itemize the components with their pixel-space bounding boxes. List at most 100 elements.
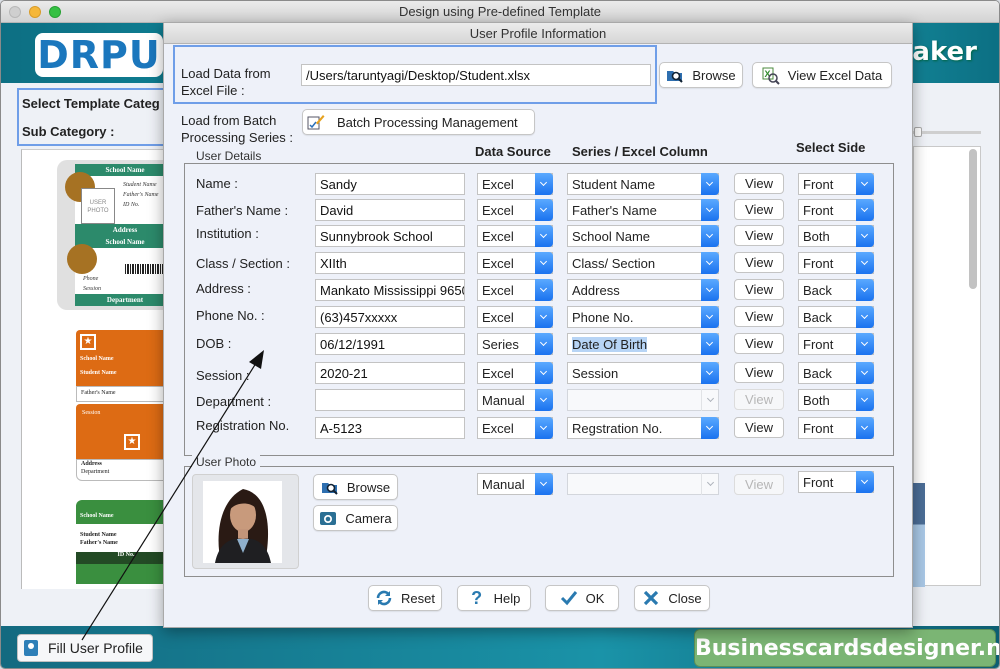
field-value-input[interactable]: Mankato Mississippi 9650 — [315, 279, 465, 301]
select-side-select[interactable]: Front — [798, 173, 874, 195]
view-button[interactable]: View — [734, 333, 784, 354]
excel-column-select[interactable]: Date Of Birth — [567, 333, 719, 355]
chevron-down-icon — [535, 333, 553, 355]
photo-browse-button[interactable]: Browse — [313, 474, 398, 500]
data-source-value: Excel — [482, 256, 514, 271]
excel-column-value: Phone No. — [572, 310, 634, 325]
data-source-select[interactable]: Manual — [477, 389, 553, 411]
view-button[interactable]: View — [734, 306, 784, 327]
excel-column-select[interactable]: Phone No. — [567, 306, 719, 328]
close-window-button[interactable] — [9, 6, 21, 18]
reset-button[interactable]: Reset — [368, 585, 442, 611]
photo-side-select[interactable]: Front — [798, 471, 874, 493]
select-side-value: Front — [803, 256, 834, 271]
data-source-select[interactable]: Excel — [477, 362, 553, 384]
minimize-window-button[interactable] — [29, 6, 41, 18]
data-source-select[interactable]: Excel — [477, 252, 553, 274]
drpu-logo: DRPU — [35, 33, 163, 77]
card-father-name: Father's Name — [123, 192, 159, 198]
batch-processing-label: Batch Processing Management — [337, 114, 518, 130]
template-category-label: Select Template Categ — [22, 96, 160, 111]
chevron-down-icon — [701, 333, 719, 355]
chevron-down-icon — [856, 173, 874, 195]
card-school-name: School Name — [80, 513, 114, 519]
view-excel-data-button[interactable]: X View Excel Data — [752, 62, 892, 88]
excel-path-input[interactable]: /Users/taruntyagi/Desktop/Student.xlsx — [301, 64, 651, 86]
data-source-select[interactable]: Excel — [477, 225, 553, 247]
zoom-slider[interactable] — [913, 131, 981, 134]
field-label: Name : — [196, 176, 238, 191]
excel-browse-button[interactable]: Browse — [659, 62, 743, 88]
field-value-input[interactable]: (63)457xxxxx — [315, 306, 465, 328]
preview-scrollbar[interactable] — [969, 149, 977, 289]
excel-column-value: Class/ Section — [572, 256, 656, 271]
select-side-select[interactable]: Both — [798, 389, 874, 411]
field-value-input[interactable] — [315, 389, 465, 411]
chevron-down-icon — [856, 199, 874, 221]
data-source-select[interactable]: Excel — [477, 306, 553, 328]
card-department: Department — [81, 469, 110, 475]
data-source-select[interactable]: Excel — [477, 279, 553, 301]
select-side-select[interactable]: Front — [798, 252, 874, 274]
view-button[interactable]: View — [734, 199, 784, 220]
field-value-input[interactable]: 2020-21 — [315, 362, 465, 384]
ok-button[interactable]: OK — [545, 585, 619, 611]
data-source-select[interactable]: Excel — [477, 417, 553, 439]
select-side-select[interactable]: Front — [798, 333, 874, 355]
view-button[interactable]: View — [734, 279, 784, 300]
maximize-window-button[interactable] — [49, 6, 61, 18]
template-category-panel: Select Template Categ Sub Category : — [17, 88, 177, 146]
select-side-select[interactable]: Front — [798, 199, 874, 221]
select-side-select[interactable]: Both — [798, 225, 874, 247]
template-thumbnail[interactable]: School Name Student Name Father's Name I… — [76, 500, 176, 589]
fill-user-profile-button[interactable]: Fill User Profile — [17, 634, 153, 662]
excel-column-select[interactable]: School Name — [567, 225, 719, 247]
select-side-select[interactable]: Front — [798, 417, 874, 439]
column-header-select-side: Select Side — [796, 140, 866, 155]
field-value-input[interactable]: Sunnybrook School — [315, 225, 465, 247]
close-button[interactable]: Close — [634, 585, 710, 611]
data-source-select[interactable]: Excel — [477, 173, 553, 195]
excel-column-select[interactable]: Father's Name — [567, 199, 719, 221]
excel-column-select[interactable]: Class/ Section — [567, 252, 719, 274]
field-value-input[interactable]: Sandy — [315, 173, 465, 195]
select-side-select[interactable]: Back — [798, 362, 874, 384]
template-gallery[interactable]: School Name USER PHOTO Student Name Fath… — [21, 149, 176, 589]
batch-processing-button[interactable]: Batch Processing Management — [302, 109, 535, 135]
select-side-value: Back — [803, 310, 832, 325]
view-button[interactable]: View — [734, 252, 784, 273]
template-thumbnail[interactable]: School Name USER PHOTO Student Name Fath… — [57, 160, 176, 310]
select-side-select[interactable]: Back — [798, 279, 874, 301]
field-value-input[interactable]: David — [315, 199, 465, 221]
field-value-input[interactable]: A-5123 — [315, 417, 465, 439]
data-source-select[interactable]: Series — [477, 333, 553, 355]
data-source-value: Excel — [482, 177, 514, 192]
chevron-down-icon — [535, 473, 553, 495]
card-school-name: School Name — [80, 356, 114, 362]
zoom-slider-handle[interactable] — [914, 127, 922, 137]
chevron-down-icon — [535, 173, 553, 195]
excel-column-select[interactable]: Address — [567, 279, 719, 301]
field-value-input[interactable]: XIIth — [315, 252, 465, 274]
view-button[interactable]: View — [734, 225, 784, 246]
excel-column-value: School Name — [572, 229, 651, 244]
view-excel-data-label: View Excel Data — [787, 67, 883, 83]
card-address: Address — [75, 224, 175, 236]
photo-source-select[interactable]: Manual — [477, 473, 553, 495]
field-label: Address : — [196, 281, 251, 296]
data-source-select[interactable]: Excel — [477, 199, 553, 221]
template-thumbnail[interactable]: Session ★ — [76, 404, 176, 459]
excel-column-select[interactable]: Student Name — [567, 173, 719, 195]
excel-column-select[interactable]: Session — [567, 362, 719, 384]
select-side-select[interactable]: Back — [798, 306, 874, 328]
camera-button[interactable]: Camera — [313, 505, 398, 531]
excel-column-select[interactable]: Regstration No. — [567, 417, 719, 439]
template-thumbnail[interactable]: ★ School Name Student Name — [76, 330, 176, 386]
help-button[interactable]: ? Help — [457, 585, 531, 611]
view-button[interactable]: View — [734, 173, 784, 194]
card-session: Session — [82, 410, 101, 416]
view-button[interactable]: View — [734, 417, 784, 438]
site-badge: Businesscardsdesigner.net — [694, 629, 999, 667]
field-value-input[interactable]: 06/12/1991 — [315, 333, 465, 355]
view-button[interactable]: View — [734, 362, 784, 383]
